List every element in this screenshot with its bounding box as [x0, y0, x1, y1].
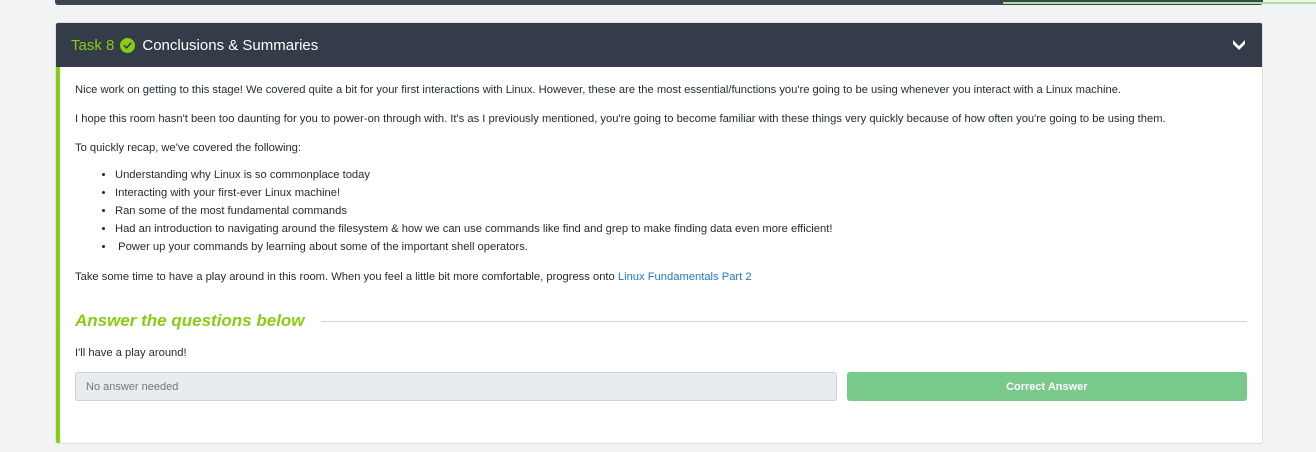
- task-content: Nice work on getting to this stage! We c…: [56, 67, 1262, 443]
- answer-input[interactable]: [75, 372, 837, 401]
- previous-task-card-edge: [55, 0, 1316, 5]
- list-item: Power up your commands by learning about…: [115, 238, 1247, 256]
- list-item: Ran some of the most fundamental command…: [115, 202, 1247, 220]
- answer-section-title: Answer the questions below: [75, 311, 305, 330]
- list-item: Interacting with your first-ever Linux m…: [115, 184, 1247, 202]
- recap-list: Understanding why Linux is so commonplac…: [75, 166, 1247, 256]
- task-number: Task 8: [71, 36, 115, 54]
- closing-text: Take some time to have a play around in …: [75, 271, 618, 283]
- list-item: Had an introduction to navigating around…: [115, 220, 1247, 238]
- paragraph: To quickly recap, we've covered the foll…: [75, 142, 301, 154]
- linux-fundamentals-part-2-link[interactable]: Linux Fundamentals Part 2: [618, 271, 752, 283]
- divider: [320, 320, 1247, 322]
- closing-paragraph: Take some time to have a play around in …: [75, 268, 1247, 286]
- task-title: Conclusions & Summaries: [142, 36, 319, 54]
- correct-answer-button[interactable]: Correct Answer: [846, 372, 1247, 401]
- collapse-chevron-icon[interactable]: [1230, 36, 1248, 54]
- task-header[interactable]: Task 8 Conclusions & Summaries: [56, 23, 1262, 67]
- list-item: Understanding why Linux is so commonplac…: [115, 166, 1247, 184]
- paragraph: I hope this room hasn't been too dauntin…: [75, 113, 1166, 125]
- paragraph: Nice work on getting to this stage! We c…: [75, 84, 1122, 96]
- answer-row: Correct Answer: [75, 372, 1247, 401]
- answer-section-header: Answer the questions below: [75, 312, 1247, 330]
- question-text: I'll have a play around!: [75, 347, 187, 359]
- completed-check-icon: [120, 37, 136, 53]
- progress-bar: [1003, 2, 1316, 4]
- task-card: Task 8 Conclusions & Summaries Nice work…: [55, 22, 1263, 444]
